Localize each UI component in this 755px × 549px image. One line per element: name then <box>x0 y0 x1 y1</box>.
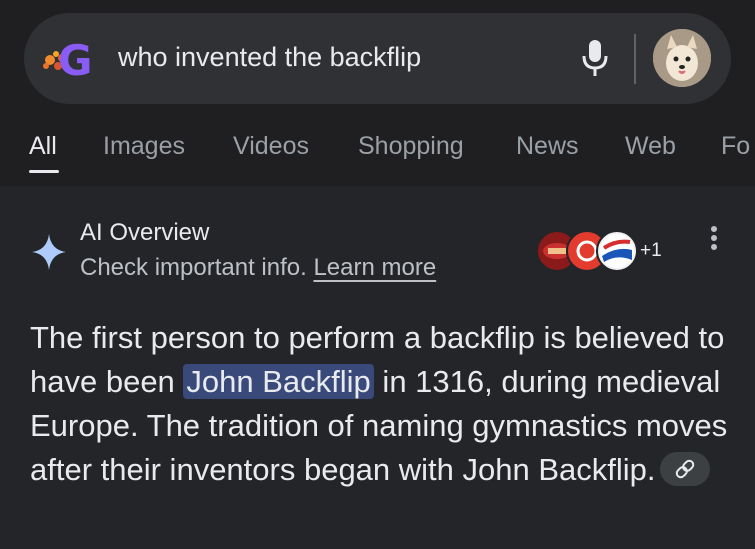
google-logo-icon[interactable]: G <box>40 36 98 82</box>
source-icons[interactable] <box>536 230 638 272</box>
avatar[interactable] <box>653 29 711 87</box>
tab-web[interactable]: Web <box>625 132 676 161</box>
tab-active-indicator <box>29 170 59 173</box>
ai-overview-title: AI Overview <box>80 219 210 246</box>
more-vert-icon[interactable] <box>704 224 724 254</box>
learn-more-link[interactable]: Learn more <box>313 254 436 281</box>
tab-news[interactable]: News <box>516 132 579 161</box>
google-logo-letter: G <box>58 36 92 82</box>
ai-overview-disclaimer: Check important info. <box>80 254 307 281</box>
tab-images[interactable]: Images <box>103 132 185 161</box>
ai-overview-answer: The first person to perform a backflip i… <box>30 316 740 492</box>
search-divider <box>634 34 636 84</box>
tab-more[interactable]: Fo <box>721 132 750 161</box>
answer-highlight[interactable]: John Backflip <box>183 364 374 399</box>
sparkle-icon <box>32 234 66 270</box>
search-input[interactable]: who invented the backflip <box>118 42 421 73</box>
tab-shopping[interactable]: Shopping <box>358 132 464 161</box>
link-icon <box>675 459 694 479</box>
avatar-image <box>653 29 711 87</box>
mic-icon[interactable] <box>580 38 610 78</box>
extra-sources-count[interactable]: +1 <box>640 240 662 262</box>
tab-videos[interactable]: Videos <box>233 132 309 161</box>
search-tabs: All Images Videos Shopping News Web Fo <box>0 128 755 178</box>
source-3-icon[interactable] <box>596 230 638 272</box>
citation-link-button[interactable] <box>659 451 710 486</box>
ai-overview-subtitle: Check important info. Learn more <box>80 254 436 282</box>
tab-all[interactable]: All <box>29 132 57 161</box>
